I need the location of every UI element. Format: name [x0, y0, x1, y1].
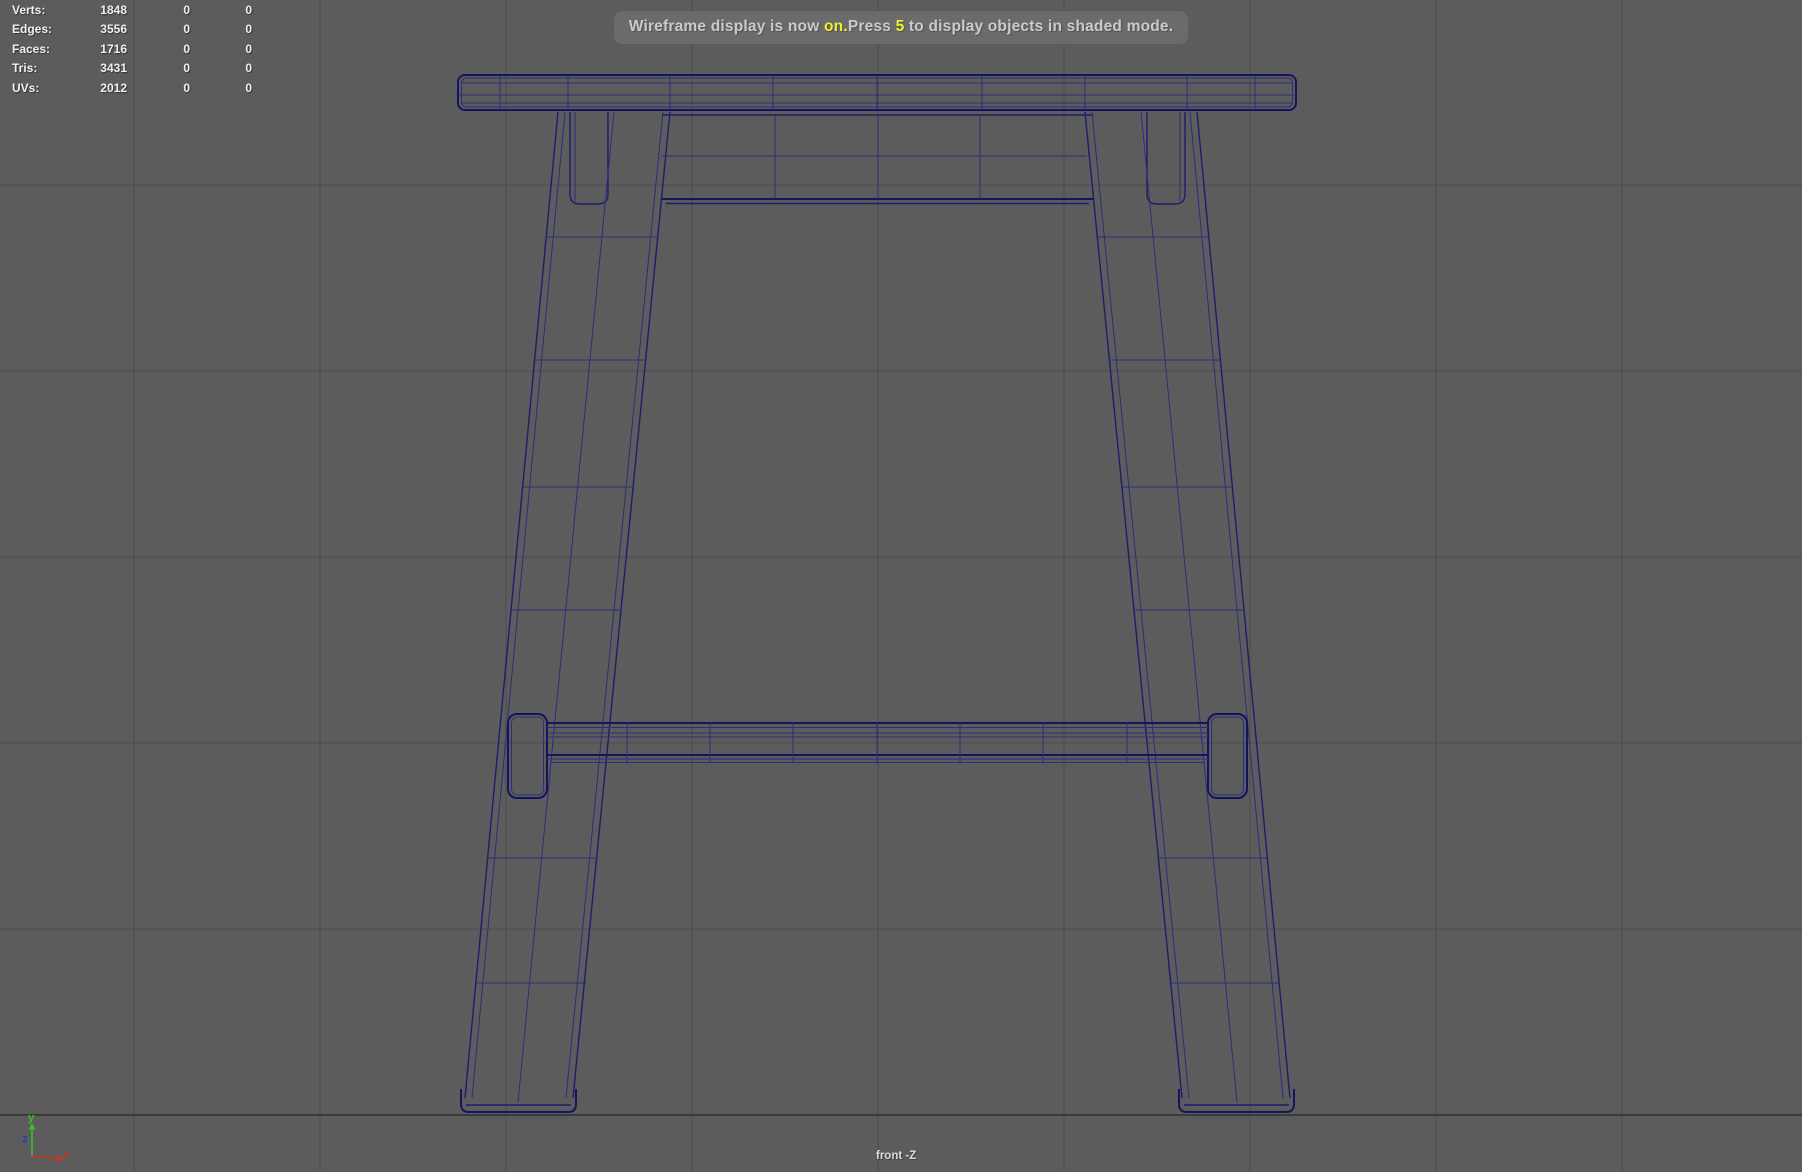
hud-stat-col3: 0: [183, 3, 190, 17]
viewport-3d[interactable]: y x z Verts: 1848 0 0 Edges: 3556 0 0 Faces: 1716 0 0…: [0, 0, 1802, 1172]
axis-label-z: z: [22, 1133, 28, 1145]
hud-stat-total: 3431: [100, 61, 127, 76]
poly-count-hud: Verts: 1848 0 0 Edges: 3556 0 0 Faces: 1716 0 0 Tris…: [0, 1, 252, 98]
viewport-canvas[interactable]: y x z: [0, 0, 1802, 1172]
hud-stat-col3: 0: [183, 80, 190, 95]
hud-stat-label: Tris:: [12, 61, 38, 76]
axis-gizmo: y x z: [22, 1112, 70, 1163]
hud-row: UVs: 2012 0 0: [0, 79, 252, 98]
hud-stat-total: 3556: [100, 22, 127, 37]
hud-stat-col4: 0: [245, 61, 252, 76]
hud-row: Tris: 3431 0 0: [0, 59, 252, 78]
axis-label-x: x: [63, 1148, 70, 1160]
hud-stat-col4: 0: [245, 3, 252, 17]
hud-row: Verts: 1848 0 0: [0, 1, 252, 20]
wireframe-model: [457, 74, 1297, 1113]
view-axis-label: front -Z: [876, 1150, 917, 1162]
hud-stat-label: Faces:: [12, 41, 51, 56]
hud-stat-label: UVs:: [12, 80, 40, 95]
hud-stat-total: 2012: [100, 80, 127, 95]
hud-stat-total: 1716: [100, 41, 127, 56]
hud-stat-col3: 0: [183, 41, 190, 56]
hud-stat-col4: 0: [245, 80, 252, 95]
hud-stat-col4: 0: [245, 22, 252, 37]
hud-row: Edges: 3556 0 0: [0, 20, 252, 39]
axis-label-y: y: [28, 1112, 35, 1124]
hud-stat-label: Verts:: [12, 3, 46, 17]
hud-stat-col4: 0: [245, 41, 252, 56]
hud-stat-label: Edges:: [12, 22, 53, 37]
hud-stat-total: 1848: [100, 3, 127, 17]
hud-row: Faces: 1716 0 0: [0, 40, 252, 59]
grid: [0, 0, 1802, 1172]
hud-stat-col3: 0: [183, 22, 190, 37]
hud-stat-col3: 0: [183, 61, 190, 76]
